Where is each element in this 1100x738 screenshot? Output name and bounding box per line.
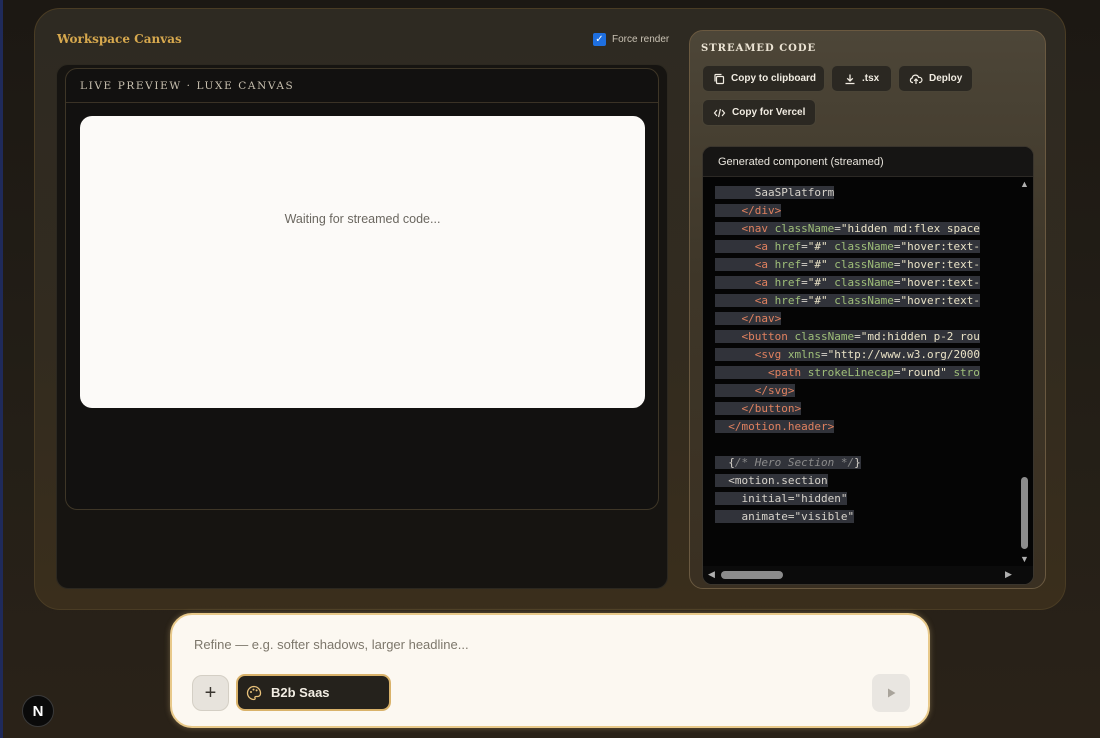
code-line: animate="visible" [715, 508, 1019, 524]
canvas-area: LIVE PREVIEW · LUXE CANVAS Waiting for s… [56, 64, 668, 589]
code-lines: SaaSPlatform </div> <nav className="hidd… [715, 184, 1019, 524]
code-line-text: <a href="#" className="hover:text- [715, 276, 980, 289]
palette-icon [246, 685, 262, 700]
copy-for-vercel-button[interactable]: Copy for Vercel [702, 99, 816, 126]
code-line: {/* Hero Section */} [715, 454, 1019, 472]
add-button[interactable]: + [192, 675, 229, 711]
refine-input[interactable] [194, 637, 894, 652]
force-render-label: Force render [612, 34, 670, 45]
code-line-text: animate="visible" [715, 510, 855, 523]
code-line-text: initial="hidden" [715, 492, 848, 505]
cloud-upload-icon [909, 74, 923, 84]
streamed-code-title: STREAMED CODE [701, 43, 817, 54]
code-line-text: </nav> [715, 312, 782, 325]
download-icon [845, 74, 855, 84]
force-render-toggle[interactable]: ✓ Force render [593, 33, 669, 46]
code-line-text: </svg> [715, 384, 795, 397]
code-line-text: {/* Hero Section */} [715, 456, 861, 469]
code-line: <a href="#" className="hover:text- [715, 292, 1019, 310]
code-line-text: <svg xmlns="http://www.w3.org/2000 [715, 348, 980, 361]
code-line-text: <nav className="hidden md:flex space [715, 222, 980, 235]
code-line: </button> [715, 400, 1019, 418]
copy-to-clipboard-button[interactable]: Copy to clipboard [702, 65, 825, 92]
live-preview-header: LIVE PREVIEW · LUXE CANVAS [66, 69, 658, 103]
code-line: <button className="md:hidden p-2 rou [715, 328, 1019, 346]
copy-for-vercel-label: Copy for Vercel [732, 107, 806, 118]
code-icon [713, 108, 726, 117]
code-line-text: <motion.section [715, 474, 828, 487]
plus-icon: + [204, 681, 217, 704]
code-box-header: Generated component (streamed) [703, 147, 1033, 177]
code-line: <path strokeLinecap="round" stro [715, 364, 1019, 382]
code-horizontal-scrollbar[interactable]: ◀ ▶ [703, 566, 1033, 584]
workspace-container: Workspace Canvas ✓ Force render LIVE PRE… [34, 8, 1066, 610]
refine-composer: + B2b Saas [170, 613, 930, 728]
horizontal-scroll-thumb[interactable] [721, 571, 783, 579]
code-line: <a href="#" className="hover:text- [715, 274, 1019, 292]
force-render-checkbox[interactable]: ✓ [593, 33, 606, 46]
code-line-text: <a href="#" className="hover:text- [715, 294, 980, 307]
code-line-text: </div> [715, 204, 782, 217]
framework-badge[interactable]: N [22, 695, 54, 727]
code-line-text: <a href="#" className="hover:text- [715, 258, 980, 271]
deploy-label: Deploy [929, 73, 963, 84]
download-tsx-label: .tsx [862, 73, 880, 84]
download-tsx-button[interactable]: .tsx [831, 65, 892, 92]
code-line: <nav className="hidden md:flex space [715, 220, 1019, 238]
code-line: </nav> [715, 310, 1019, 328]
code-vertical-scrollbar[interactable]: ▲ ▼ [1017, 177, 1031, 567]
generated-code-box[interactable]: Generated component (streamed) SaaSPlatf… [702, 146, 1034, 585]
code-line-text: </motion.header> [715, 420, 835, 433]
scroll-up-arrow-icon[interactable]: ▲ [1020, 180, 1029, 189]
preview-viewport: Waiting for streamed code... [80, 116, 645, 408]
code-line-text: <path strokeLinecap="round" stro [715, 366, 980, 379]
code-line-text: </button> [715, 402, 802, 415]
deploy-button[interactable]: Deploy [898, 65, 973, 92]
code-line-text: <a href="#" className="hover:text- [715, 240, 980, 253]
live-preview-panel: LIVE PREVIEW · LUXE CANVAS Waiting for s… [65, 68, 659, 510]
code-line: </svg> [715, 382, 1019, 400]
copy-to-clipboard-label: Copy to clipboard [731, 73, 816, 84]
code-line: SaaSPlatform [715, 184, 1019, 202]
code-line-text: SaaSPlatform [715, 186, 835, 199]
vertical-scroll-thumb[interactable] [1021, 477, 1028, 549]
code-line: <svg xmlns="http://www.w3.org/2000 [715, 346, 1019, 364]
code-line: initial="hidden" [715, 490, 1019, 508]
code-line: </div> [715, 202, 1019, 220]
code-line: <motion.section [715, 472, 1019, 490]
workspace-title: Workspace Canvas [57, 32, 182, 46]
waiting-text: Waiting for streamed code... [284, 212, 441, 226]
scroll-down-arrow-icon[interactable]: ▼ [1020, 555, 1029, 564]
style-preset-label: B2b Saas [271, 685, 330, 700]
scroll-left-arrow-icon[interactable]: ◀ [708, 570, 715, 579]
code-line: </motion.header> [715, 418, 1019, 436]
send-play-icon [888, 688, 896, 698]
scroll-right-arrow-icon[interactable]: ▶ [1005, 570, 1012, 579]
streamed-code-panel: STREAMED CODE Copy to clipboard .tsx Dep… [689, 30, 1046, 589]
send-button[interactable] [872, 674, 910, 712]
code-line-text: <button className="md:hidden p-2 rou [715, 330, 980, 343]
code-line: <a href="#" className="hover:text- [715, 238, 1019, 256]
copy-icon [714, 73, 725, 84]
left-edge-strip [0, 0, 3, 738]
style-preset-chip[interactable]: B2b Saas [236, 674, 391, 711]
framework-badge-letter: N [32, 702, 44, 720]
workspace-canvas: Workspace Canvas ✓ Force render LIVE PRE… [35, 9, 675, 599]
code-line: <a href="#" className="hover:text- [715, 256, 1019, 274]
